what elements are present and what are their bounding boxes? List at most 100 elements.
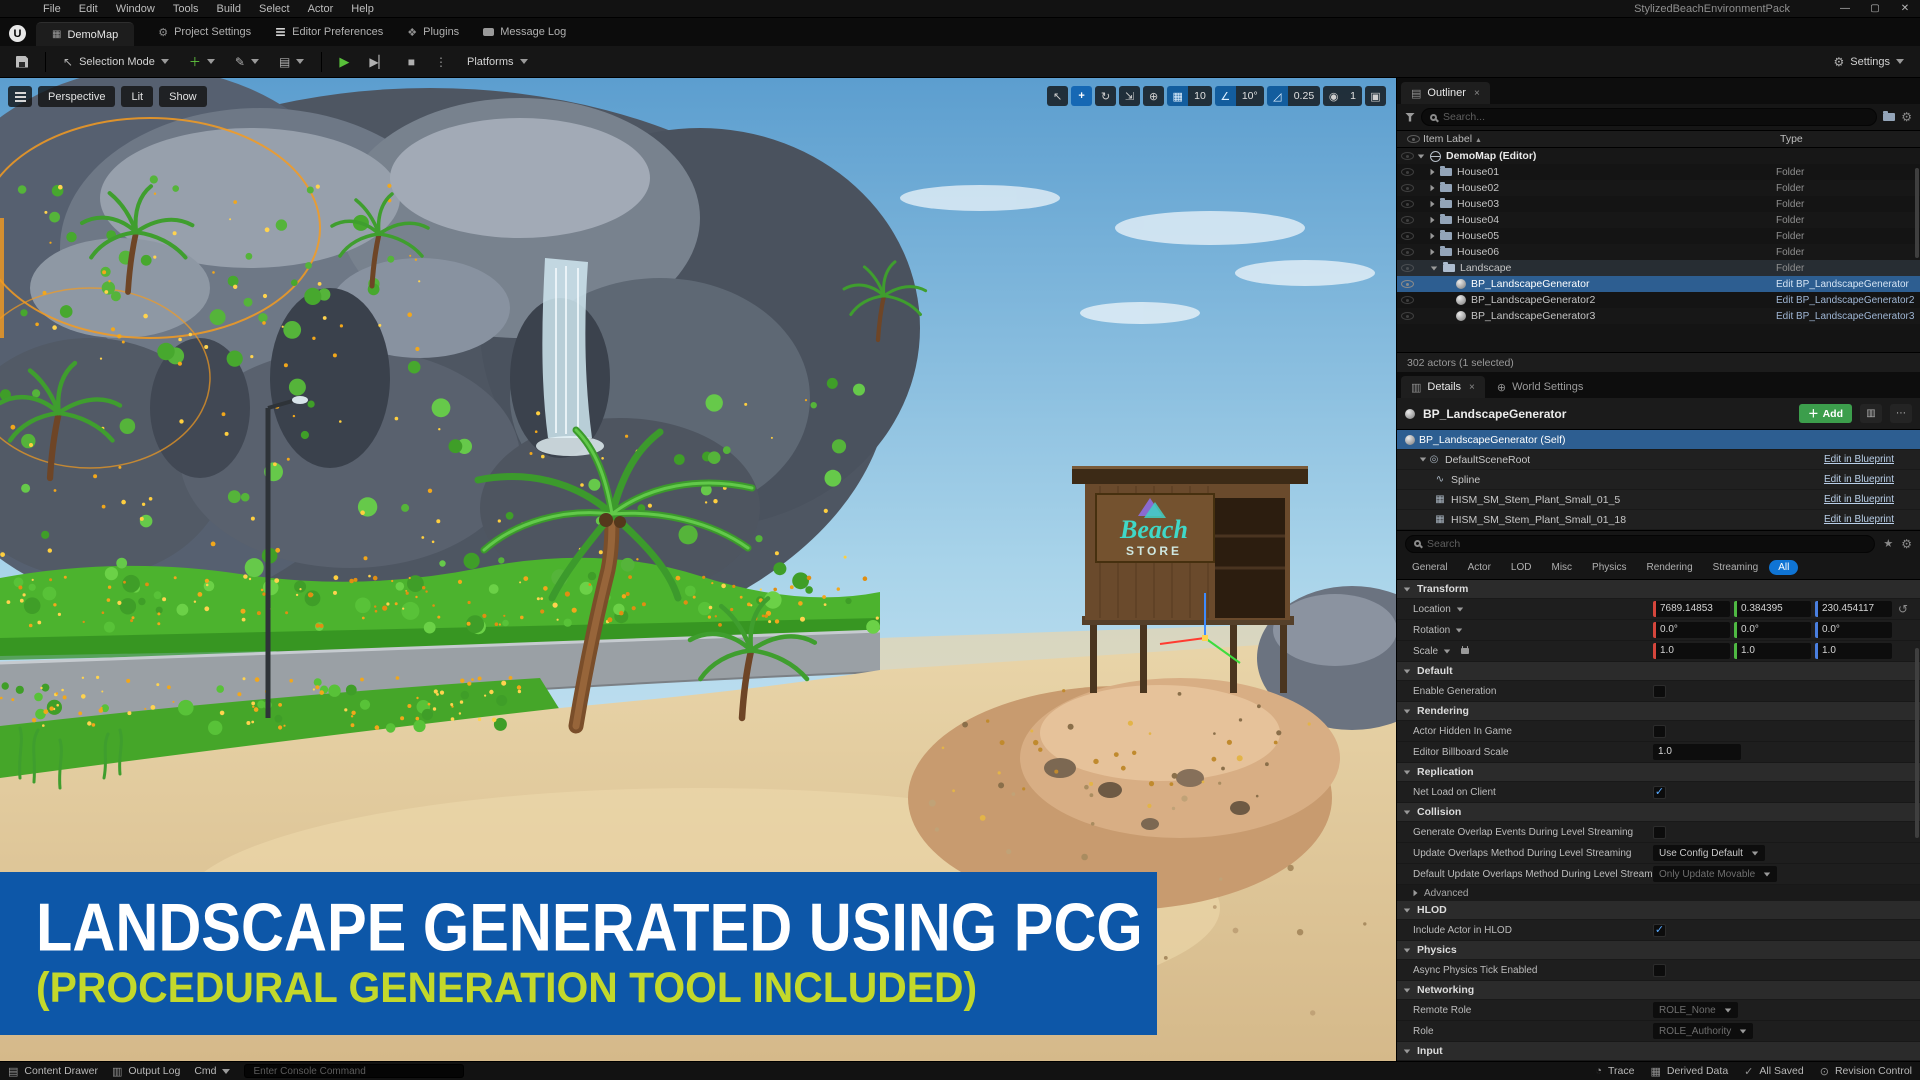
section-header-physics[interactable]: Physics: [1397, 941, 1920, 960]
section-header-input[interactable]: Input: [1397, 1042, 1920, 1061]
outliner-row-landscape[interactable]: LandscapeFolder: [1397, 260, 1920, 276]
checkbox[interactable]: ✓: [1653, 786, 1666, 799]
world-space-toggle[interactable]: ⊕: [1143, 86, 1164, 106]
filter-tab-streaming[interactable]: Streaming: [1704, 560, 1768, 575]
filter-icon[interactable]: [1405, 113, 1415, 122]
console-command-box[interactable]: [244, 1064, 464, 1078]
outliner-row-house05[interactable]: House05Folder: [1397, 228, 1920, 244]
settings-dropdown[interactable]: ⚙ Settings: [1825, 50, 1912, 74]
menu-file[interactable]: File: [34, 0, 70, 18]
platforms-dropdown[interactable]: Platforms: [459, 50, 535, 74]
trace-button[interactable]: ◔Trace: [1595, 1065, 1634, 1077]
item-label-column-header[interactable]: Item Label ▲: [1423, 133, 1482, 145]
visibility-toggle[interactable]: [1397, 184, 1417, 192]
unreal-logo-icon[interactable]: U: [9, 25, 26, 42]
console-command-input[interactable]: [253, 1066, 455, 1077]
derived-data-button[interactable]: ▦Derived Data: [1650, 1065, 1728, 1078]
toolbar-editor-preferences[interactable]: Editor Preferences: [265, 18, 393, 46]
dropdown-select[interactable]: Only Update Movable: [1653, 866, 1777, 882]
axis-z-field[interactable]: 1.0: [1815, 643, 1892, 659]
section-header-networking[interactable]: Networking: [1397, 981, 1920, 1000]
edit-in-blueprint-link[interactable]: Edit in Blueprint: [1824, 514, 1894, 525]
lit-dropdown[interactable]: Lit: [121, 86, 153, 107]
axis-y-field[interactable]: 0.0°: [1734, 622, 1811, 638]
section-header-hlod[interactable]: HLOD: [1397, 901, 1920, 920]
tab-world-settings[interactable]: ⊕ World Settings: [1487, 376, 1594, 398]
new-folder-icon[interactable]: [1883, 113, 1895, 121]
section-header-collision[interactable]: Collision: [1397, 803, 1920, 822]
perspective-dropdown[interactable]: Perspective: [38, 86, 115, 107]
outliner-row-house03[interactable]: House03Folder: [1397, 196, 1920, 212]
outliner-row-demomap-editor[interactable]: DemoMap (Editor): [1397, 148, 1920, 164]
grid-snap-icon[interactable]: ▦: [1167, 86, 1188, 106]
close-tab-icon[interactable]: ×: [1474, 88, 1480, 99]
axis-x-field[interactable]: 0.0°: [1653, 622, 1730, 638]
details-search-input[interactable]: [1427, 538, 1866, 550]
revision-control-button[interactable]: ⊙Revision Control: [1820, 1065, 1912, 1078]
visibility-column-icon[interactable]: [1407, 135, 1420, 143]
checkbox[interactable]: [1653, 826, 1666, 839]
tab-demomap[interactable]: ▦ DemoMap: [36, 22, 134, 46]
outliner-settings-icon[interactable]: ⚙: [1901, 110, 1912, 124]
checkbox[interactable]: [1653, 725, 1666, 738]
component-row-hism-sm-stem-plant-small-01-18[interactable]: ▦HISM_SM_Stem_Plant_Small_01_18Edit in B…: [1397, 510, 1920, 530]
cinematics-button[interactable]: ▤: [271, 50, 312, 74]
scale-tool-button[interactable]: ⇲: [1119, 86, 1140, 106]
axis-z-field[interactable]: 230.454117: [1815, 601, 1892, 617]
visibility-toggle[interactable]: [1397, 152, 1417, 160]
visibility-toggle[interactable]: [1397, 200, 1417, 208]
visibility-toggle[interactable]: [1397, 280, 1417, 288]
view-options-button[interactable]: ▥: [1860, 404, 1882, 423]
tab-outliner[interactable]: ▤ Outliner ×: [1401, 82, 1490, 104]
scale-snap-value[interactable]: 0.25: [1288, 86, 1320, 106]
toolbar-project-settings[interactable]: ⚙Project Settings: [148, 18, 261, 46]
visibility-toggle[interactable]: [1397, 168, 1417, 176]
outliner-row-house01[interactable]: House01Folder: [1397, 164, 1920, 180]
edit-blueprint-link[interactable]: Edit BP_LandscapeGenerator3: [1776, 311, 1916, 322]
section-header-advanced[interactable]: Advanced: [1397, 885, 1920, 901]
move-tool-button[interactable]: +: [1071, 86, 1092, 106]
filter-tab-actor[interactable]: Actor: [1459, 560, 1500, 575]
details-settings-icon[interactable]: ⚙: [1901, 537, 1912, 551]
edit-blueprint-link[interactable]: Edit BP_LandscapeGenerator: [1776, 279, 1916, 290]
menu-window[interactable]: Window: [107, 0, 164, 18]
rotate-tool-button[interactable]: ↻: [1095, 86, 1116, 106]
angle-snap-value[interactable]: 10°: [1236, 86, 1264, 106]
close-tab-icon[interactable]: ×: [1469, 382, 1475, 393]
toolbar-plugins[interactable]: ❖Plugins: [397, 18, 469, 46]
menu-edit[interactable]: Edit: [70, 0, 107, 18]
viewport-options-button[interactable]: [8, 86, 32, 107]
axis-x-field[interactable]: 7689.14853: [1653, 601, 1730, 617]
maximize-viewport-button[interactable]: ▣: [1365, 86, 1386, 106]
add-component-button[interactable]: ＋Add: [1799, 404, 1852, 423]
axis-y-field[interactable]: 0.384395: [1734, 601, 1811, 617]
details-search-box[interactable]: [1405, 535, 1875, 553]
grid-snap-value[interactable]: 10: [1188, 86, 1212, 106]
section-header-default[interactable]: Default: [1397, 662, 1920, 681]
number-field[interactable]: 1.0: [1653, 744, 1741, 760]
visibility-toggle[interactable]: [1397, 296, 1417, 304]
checkbox[interactable]: [1653, 964, 1666, 977]
component-row-hism-sm-stem-plant-small-01-5[interactable]: ▦HISM_SM_Stem_Plant_Small_01_5Edit in Bl…: [1397, 490, 1920, 510]
visibility-toggle[interactable]: [1397, 216, 1417, 224]
editor-mode-dropdown[interactable]: ↖ Selection Mode: [55, 50, 177, 74]
filter-tab-physics[interactable]: Physics: [1583, 560, 1635, 575]
visibility-toggle[interactable]: [1397, 232, 1417, 240]
minimize-button[interactable]: —: [1830, 0, 1860, 18]
checkbox[interactable]: [1653, 685, 1666, 698]
scale-snap-icon[interactable]: ◿: [1267, 86, 1288, 106]
toolbar-message-log[interactable]: Message Log: [473, 18, 576, 46]
axis-z-field[interactable]: 0.0°: [1815, 622, 1892, 638]
menu-help[interactable]: Help: [342, 0, 383, 18]
filter-tab-rendering[interactable]: Rendering: [1638, 560, 1702, 575]
close-button[interactable]: ✕: [1890, 0, 1920, 18]
play-options-button[interactable]: ⋮: [427, 50, 455, 74]
cmd-dropdown[interactable]: Cmd: [194, 1065, 230, 1077]
outliner-row-house04[interactable]: House04Folder: [1397, 212, 1920, 228]
section-header-replication[interactable]: Replication: [1397, 763, 1920, 782]
play-button[interactable]: ▶: [331, 50, 357, 74]
filter-tab-general[interactable]: General: [1403, 560, 1457, 575]
output-log-button[interactable]: ▥Output Log: [112, 1065, 180, 1078]
component-row-spline[interactable]: ∿SplineEdit in Blueprint: [1397, 470, 1920, 490]
section-header-transform[interactable]: Transform: [1397, 580, 1920, 599]
